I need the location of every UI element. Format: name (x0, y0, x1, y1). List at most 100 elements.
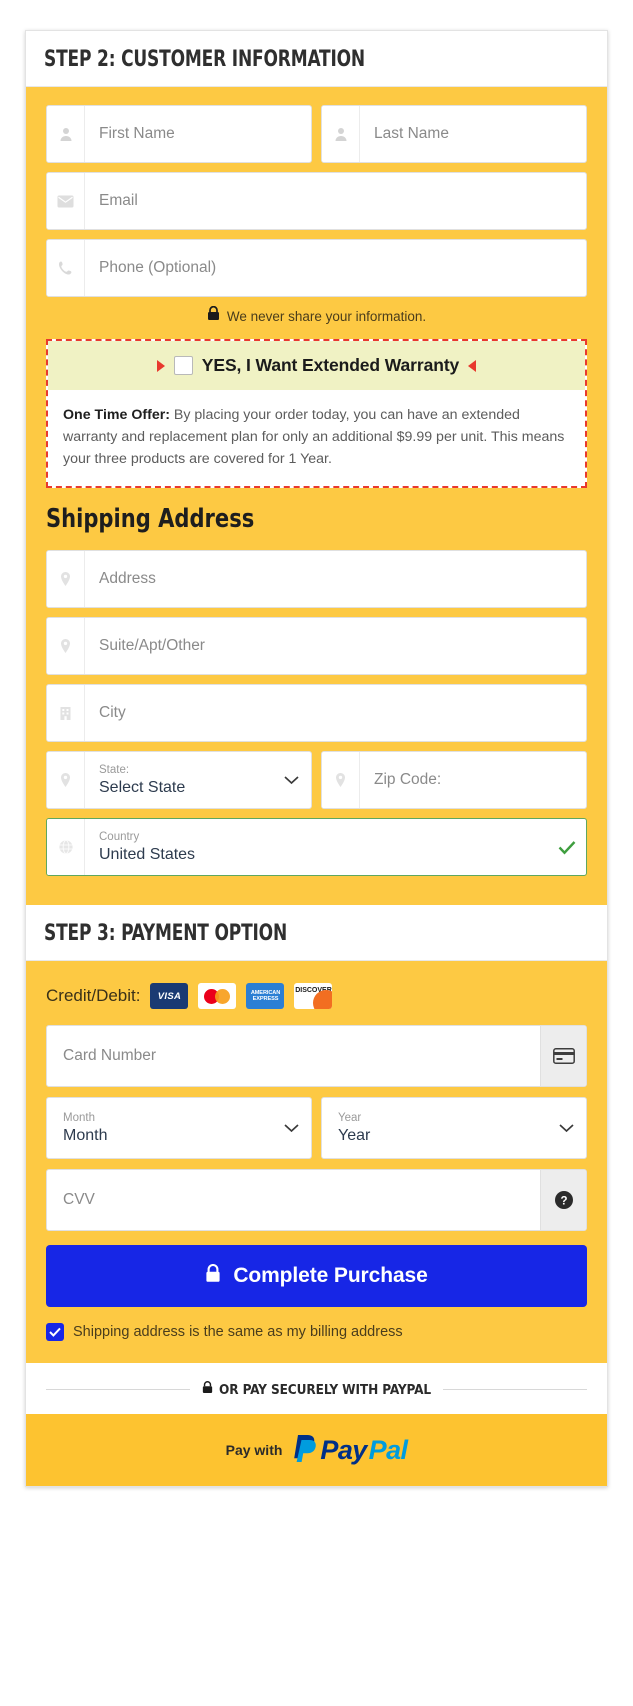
divider-line-right (443, 1389, 588, 1390)
paypal-p-icon (291, 1432, 318, 1469)
divider-line-left (46, 1389, 190, 1390)
privacy-note: We never share your information. (46, 305, 587, 326)
zip-field[interactable]: Zip Code: (321, 751, 587, 809)
address-field[interactable]: Address (46, 550, 587, 608)
state-zip-row: State: Select State Zip Code: (46, 751, 587, 818)
city-field[interactable]: City (46, 684, 587, 742)
chevron-down-icon[interactable] (546, 1098, 586, 1158)
svg-text:?: ? (560, 1196, 567, 1208)
first-name-field[interactable]: First Name (46, 105, 312, 163)
city-placeholder: City (99, 704, 126, 721)
card-number-placeholder: Card Number (63, 1047, 157, 1064)
year-body: Year Year (322, 1098, 546, 1158)
state-body: State: Select State (85, 752, 271, 808)
valid-check-icon (548, 819, 586, 875)
chevron-down-icon[interactable] (271, 752, 311, 808)
visa-logo: VISA (150, 983, 189, 1009)
expiry-row: Month Month Year Year (46, 1097, 587, 1169)
address-body: Address (85, 551, 586, 607)
paypal-pay-with-label: Pay with (225, 1442, 283, 1458)
complete-purchase-button[interactable]: Complete Purchase (46, 1245, 587, 1307)
suite-placeholder: Suite/Apt/Other (99, 637, 205, 654)
paypal-divider-label: OR PAY SECURELY WITH PAYPAL (218, 1381, 432, 1398)
cvv-field[interactable]: CVV ? (46, 1169, 587, 1231)
month-body: Month Month (47, 1098, 271, 1158)
checkout-page: STEP 2: CUSTOMER INFORMATION First Name (0, 0, 633, 1706)
last-name-field[interactable]: Last Name (321, 105, 587, 163)
lock-icon (205, 1263, 221, 1288)
extended-warranty-offer: YES, I Want Extended Warranty One Time O… (46, 339, 587, 488)
country-value: United States (99, 845, 196, 863)
year-label: Year (338, 1112, 362, 1125)
expiry-year-select[interactable]: Year Year (321, 1097, 587, 1159)
user-icon (322, 106, 360, 162)
envelope-icon (47, 173, 85, 229)
state-label: State: (99, 764, 130, 777)
paypal-button[interactable]: Pay with Pay Pal (26, 1414, 607, 1486)
amex-logo-text: AMERICAN EXPRESS (250, 989, 281, 1002)
warranty-offer-header[interactable]: YES, I Want Extended Warranty (48, 341, 585, 390)
same-billing-address-row[interactable]: Shipping address is the same as my billi… (46, 1323, 587, 1341)
complete-purchase-label: Complete Purchase (233, 1264, 428, 1287)
zip-body: Zip Code: (360, 752, 586, 808)
paypal-word-pal: Pal (368, 1434, 408, 1465)
address-placeholder: Address (99, 570, 156, 587)
help-icon[interactable]: ? (540, 1170, 586, 1230)
city-body: City (85, 685, 586, 741)
same-billing-address-checkbox[interactable] (46, 1323, 64, 1341)
offer-body-label: One Time Offer: (63, 407, 170, 423)
paypal-word-pay: Pay (320, 1434, 367, 1465)
suite-field[interactable]: Suite/Apt/Other (46, 617, 587, 675)
country-label: Country (99, 831, 140, 844)
first-name-placeholder: First Name (99, 125, 175, 142)
visa-logo-text: VISA (157, 990, 182, 1002)
same-billing-address-label: Shipping address is the same as my billi… (73, 1324, 403, 1340)
email-body: Email (85, 173, 586, 229)
customer-information-panel: First Name Last Name Email Phone (Option… (26, 87, 607, 905)
pointer-left-icon (468, 359, 477, 372)
state-value: Select State (99, 778, 186, 796)
card-number-body: Card Number (47, 1026, 540, 1086)
card-number-field[interactable]: Card Number (46, 1025, 587, 1087)
name-row: First Name Last Name (46, 105, 587, 172)
building-icon (47, 685, 85, 741)
phone-icon (47, 240, 85, 296)
phone-field[interactable]: Phone (Optional) (46, 239, 587, 297)
lock-icon (202, 1381, 213, 1398)
state-select[interactable]: State: Select State (46, 751, 312, 809)
step2-title: STEP 2: CUSTOMER INFORMATION (44, 47, 365, 72)
country-select[interactable]: Country United States (46, 818, 587, 876)
year-value: Year (338, 1126, 371, 1144)
mastercard-right-circle (215, 988, 231, 1004)
payment-option-panel: Credit/Debit: VISA AMERICAN EXPRESS DISC… (26, 961, 607, 1363)
checkout-card: STEP 2: CUSTOMER INFORMATION First Name (25, 30, 608, 1487)
mastercard-logo (198, 983, 237, 1009)
credit-card-icon[interactable] (540, 1026, 586, 1086)
zip-placeholder: Zip Code: (374, 771, 442, 788)
email-placeholder: Email (99, 192, 138, 209)
country-body: Country United States (85, 819, 548, 875)
paypal-divider: OR PAY SECURELY WITH PAYPAL (26, 1363, 607, 1414)
accepted-cards-row: Credit/Debit: VISA AMERICAN EXPRESS DISC… (46, 983, 587, 1009)
cvv-placeholder: CVV (63, 1191, 95, 1208)
chevron-down-icon[interactable] (271, 1098, 311, 1158)
map-pin-icon (322, 752, 360, 808)
phone-placeholder: Phone (Optional) (99, 259, 217, 276)
suite-body: Suite/Apt/Other (85, 618, 586, 674)
lock-icon (207, 305, 220, 326)
expiry-month-select[interactable]: Month Month (46, 1097, 312, 1159)
globe-icon (47, 819, 85, 875)
phone-body: Phone (Optional) (85, 240, 586, 296)
paypal-divider-text-wrap: OR PAY SECURELY WITH PAYPAL (202, 1381, 431, 1398)
month-label: Month (63, 1112, 95, 1125)
map-pin-icon (47, 618, 85, 674)
map-pin-icon (47, 752, 85, 808)
warranty-checkbox[interactable] (173, 356, 193, 375)
amex-logo: AMERICAN EXPRESS (246, 983, 285, 1009)
privacy-text: We never share your information. (226, 308, 427, 324)
step3-header: STEP 3: PAYMENT OPTION (26, 905, 607, 961)
last-name-body: Last Name (360, 106, 586, 162)
email-field[interactable]: Email (46, 172, 587, 230)
cvv-body: CVV (47, 1170, 540, 1230)
warranty-headline: YES, I Want Extended Warranty (201, 355, 460, 375)
